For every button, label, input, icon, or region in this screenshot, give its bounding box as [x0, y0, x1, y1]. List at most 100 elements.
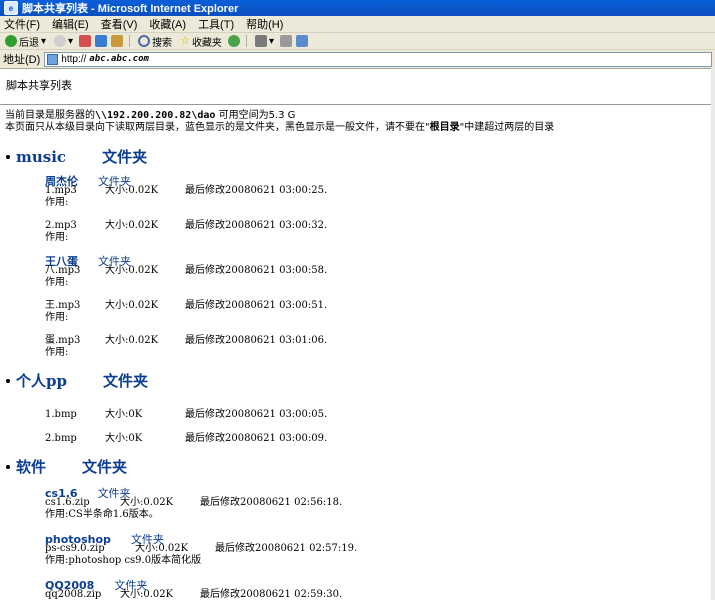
file-row[interactable]: 1.bmp 大小:0K 最后修改20080621 03:00:05. [45, 409, 327, 421]
edit-icon[interactable] [295, 35, 308, 47]
file-size: 大小:0K [105, 433, 143, 444]
file-row[interactable]: 2.bmp 大小:0K 最后修改20080621 03:00:09. [45, 433, 327, 445]
file-purpose: 作用: [45, 312, 69, 323]
star-icon: ☆ [180, 35, 190, 47]
menu-tools[interactable]: 工具(T) [198, 16, 234, 32]
file-modified: 最后修改20080621 03:00:05. [185, 409, 328, 420]
ie-logo-icon: e [4, 1, 18, 15]
file-size: 大小:0.02K [105, 335, 159, 346]
title-bar: e 脚本共享列表 - Microsoft Internet Explorer [0, 0, 715, 16]
favorites-button[interactable]: ☆ 收藏夹 [178, 34, 224, 49]
directory-line: 当前目录是服务器的\\192.200.200.82\dao 可用空间为5.3 G [5, 110, 554, 122]
file-name: 王.mp3 [45, 300, 81, 311]
forward-button[interactable]: ▾ [52, 35, 75, 47]
file-purpose: 作用:photoshop cs9.0版本简化版 [45, 555, 202, 566]
file-row[interactable]: 1.mp3 大小:0.02K 最后修改20080621 03:00:25. 作用: [45, 185, 327, 209]
search-button[interactable]: 搜索 [136, 34, 174, 49]
toolbar-separator [129, 35, 131, 47]
window-title: 脚本共享列表 - Microsoft Internet Explorer [22, 3, 239, 15]
file-size: 大小:0.02K [120, 589, 174, 600]
file-size: 大小:0.02K [105, 300, 159, 311]
directory-prefix: 当前目录是服务器的 [5, 110, 95, 121]
print-icon[interactable] [279, 35, 292, 47]
bullet-icon [6, 464, 10, 469]
directory-info: 当前目录是服务器的\\192.200.200.82\dao 可用空间为5.3 G… [5, 110, 554, 134]
search-label: 搜索 [152, 37, 173, 49]
mail-button[interactable]: ▾ [253, 35, 276, 47]
back-label: 后退 [19, 37, 39, 49]
file-size: 大小:0.02K [105, 220, 159, 231]
folder-name: 软件 [16, 458, 47, 476]
refresh-icon[interactable] [95, 35, 108, 47]
scrollbar[interactable] [711, 67, 715, 600]
toolbar: 后退 ▾ ▾ 搜索 ☆ 收藏夹 ▾ [0, 33, 715, 50]
folder-software[interactable]: 软件 文件夹 [6, 456, 127, 477]
file-modified: 最后修改20080621 02:59:30. [200, 589, 343, 600]
file-modified: 最后修改20080621 03:00:58. [185, 265, 328, 276]
folder-music[interactable]: music 文件夹 [6, 146, 147, 167]
file-size: 大小:0.02K [105, 265, 159, 276]
file-row[interactable]: 蛋.mp3 大小:0.02K 最后修改20080621 03:01:06. 作用: [45, 335, 327, 359]
address-input[interactable]: http://abc.abc.com [44, 51, 712, 67]
file-row[interactable]: cs1.6.zip 大小:0.02K 最后修改20080621 02:56:18. … [45, 497, 342, 521]
note-suffix: "中建超过两层的目录 [459, 122, 555, 133]
directory-path[interactable]: \\192.200.200.82\dao [95, 110, 215, 121]
menu-favorites[interactable]: 收藏(A) [149, 16, 186, 32]
file-purpose: 作用: [45, 232, 69, 243]
file-name: cs1.6.zip [45, 497, 90, 508]
bullet-icon [6, 154, 10, 159]
page-icon [47, 53, 59, 65]
bullet-icon [6, 378, 10, 383]
file-modified: 最后修改20080621 03:00:25. [185, 185, 328, 196]
forward-arrow-icon [54, 35, 67, 47]
directory-space: 可用空间为5.3 G [215, 110, 296, 121]
page-content: 脚本共享列表 当前目录是服务器的\\192.200.200.82\dao 可用空… [0, 67, 715, 600]
chevron-down-icon: ▾ [41, 35, 47, 47]
file-name: 2.mp3 [45, 220, 77, 231]
file-row[interactable]: ps-cs9.0.zip 大小:0.02K 最后修改20080621 02:57:1… [45, 543, 357, 567]
folder-type: 文件夹 [102, 148, 148, 166]
home-icon[interactable] [111, 35, 124, 47]
file-name: 蛋.mp3 [45, 335, 81, 346]
menu-bar: 文件(F) 编辑(E) 查看(V) 收藏(A) 工具(T) 帮助(H) [0, 16, 715, 33]
file-purpose: 作用: [45, 277, 69, 288]
note-prefix: 本页面只从本级目录向下读取两层目录，蓝色显示的是文件夹，黑色显示是一般文件，请不… [5, 122, 430, 133]
menu-edit[interactable]: 编辑(E) [52, 16, 89, 32]
address-label: 地址(D) [3, 54, 41, 66]
page-title: 脚本共享列表 [6, 79, 72, 92]
search-icon [138, 35, 151, 47]
file-modified: 最后修改20080621 02:56:18. [200, 497, 343, 508]
menu-file[interactable]: 文件(F) [4, 16, 40, 32]
chevron-down-icon: ▾ [268, 35, 274, 47]
folder-type: 文件夹 [102, 372, 148, 390]
file-name: qq2008.zip [45, 589, 102, 600]
mail-icon [254, 35, 267, 47]
favorites-label: 收藏夹 [191, 37, 222, 49]
menu-view[interactable]: 查看(V) [101, 16, 138, 32]
divider [0, 104, 715, 105]
folder-name: 个人pp [16, 372, 67, 390]
file-purpose: 作用: [45, 197, 69, 208]
file-modified: 最后修改20080621 03:00:51. [185, 300, 328, 311]
file-size: 大小:0.02K [135, 543, 189, 554]
stop-icon[interactable] [79, 35, 92, 47]
file-row[interactable]: qq2008.zip 大小:0.02K 最后修改20080621 02:59:30. [45, 589, 342, 600]
folder-personal-pp[interactable]: 个人pp 文件夹 [6, 370, 148, 391]
file-name: 2.bmp [45, 433, 77, 444]
browser-window: e 脚本共享列表 - Microsoft Internet Explorer 文… [0, 0, 715, 600]
chevron-down-icon: ▾ [68, 35, 74, 47]
history-icon[interactable] [227, 35, 240, 47]
address-host: abc.abc.com [89, 54, 149, 64]
file-row[interactable]: 王.mp3 大小:0.02K 最后修改20080621 03:00:51. 作用: [45, 300, 327, 324]
folder-type: 文件夹 [82, 458, 128, 476]
toolbar-separator [245, 35, 247, 47]
menu-help[interactable]: 帮助(H) [246, 16, 283, 32]
file-row[interactable]: 2.mp3 大小:0.02K 最后修改20080621 03:00:32. 作用: [45, 220, 327, 244]
back-button[interactable]: 后退 ▾ [3, 34, 48, 49]
file-size: 大小:0.02K [120, 497, 174, 508]
address-scheme: http:// [61, 53, 87, 65]
file-modified: 最后修改20080621 02:57:19. [215, 543, 358, 554]
file-name: 八.mp3 [45, 265, 81, 276]
file-row[interactable]: 八.mp3 大小:0.02K 最后修改20080621 03:00:58. 作用: [45, 265, 327, 289]
file-modified: 最后修改20080621 03:01:06. [185, 335, 328, 346]
